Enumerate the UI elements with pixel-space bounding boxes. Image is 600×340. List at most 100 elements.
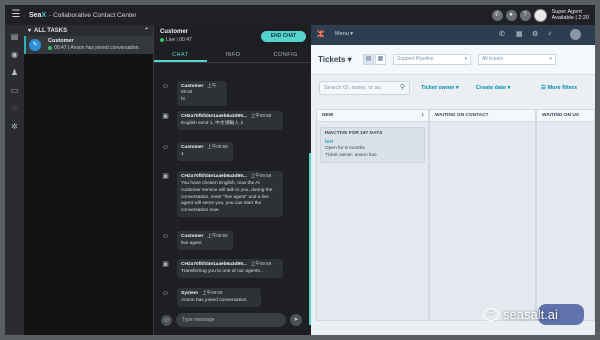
- watermark-text: seasalt.ai: [503, 306, 558, 322]
- list-view-toggle[interactable]: ▦: [375, 54, 386, 65]
- chat-status: Live | 00:47: [160, 37, 192, 43]
- bot-icon: ▣: [162, 173, 169, 180]
- agent-info: Super Agent Available | 2:20: [552, 9, 589, 22]
- message-text: You have chosen English, now the AI cust…: [181, 181, 273, 214]
- ticket-age: INACTIVE FOR 167 DAYS: [325, 131, 383, 136]
- message-bubble: CH2a70fbfd4e1a4eb6a3d99... 上午09:59 Transf…: [177, 259, 283, 278]
- tasks-header[interactable]: ▾ ALL TASKS ⌃: [24, 25, 153, 36]
- message-input[interactable]: Type message: [176, 313, 286, 327]
- contacts-icon[interactable]: ◉: [9, 49, 20, 60]
- message-bubble: CH2a70fbfd4e1a4eb6a3d99... 上午09:58 Englis…: [177, 111, 283, 130]
- live-dot-icon: [160, 37, 164, 42]
- board-view-toggle[interactable]: ▤: [363, 54, 374, 65]
- chat-customer-name: Customer: [160, 29, 189, 35]
- marketplace-icon[interactable]: ▦: [516, 30, 523, 38]
- message-time: 上午09:59: [207, 233, 228, 238]
- seasalt-watermark: •• seasalt.ai: [483, 305, 558, 323]
- message-sender: System: [181, 291, 199, 296]
- help-icon[interactable]: ?: [519, 9, 531, 21]
- hubspot-logo-icon[interactable]: ⵣ: [317, 29, 324, 40]
- tasks-icon[interactable]: ▤: [9, 31, 20, 42]
- message-sender: CH2a70fbfd4e1a4eb6a3d99...: [181, 114, 247, 119]
- crm-toolbar: Tickets ▾ ▤ ▦ Support Pipeline ▾ All tick…: [311, 45, 595, 75]
- settings-icon[interactable]: ✲: [9, 121, 20, 132]
- message-bubble: CH2a70fbfd4e1a4eb6a3d99... 上午09:58 You ha…: [177, 171, 283, 217]
- emoji-icon[interactable]: ☺: [161, 315, 172, 326]
- bot-icon: ▣: [162, 113, 169, 120]
- messages-icon[interactable]: ▭: [9, 85, 20, 96]
- crm-avatar[interactable]: [570, 29, 581, 40]
- gear-icon[interactable]: ⚙: [532, 30, 538, 38]
- nav-rail: ▤ ◉ ♟ ▭ ◌ ✲: [5, 25, 24, 335]
- tab-info[interactable]: INFO: [207, 49, 260, 62]
- message-bubble: Customer 上午09:58 1: [177, 142, 233, 161]
- message-sender: CH2a70fbfd4e1a4eb6a3d99...: [181, 262, 247, 267]
- search-icon: ⚲: [399, 84, 405, 91]
- task-name: Customer: [48, 38, 74, 44]
- crm-topnav: ⵣ Menu ▾ ✆ ▦ ⚙ ♪: [311, 25, 595, 45]
- view-select[interactable]: All tickets ▾: [478, 54, 556, 65]
- message-sender: Customer: [181, 145, 204, 150]
- message-text: English send 1, 中文請輸入 2: [181, 121, 244, 126]
- topbar-right: ✆ ● ? Super Agent Available | 2:20: [491, 8, 589, 22]
- more-filters-button[interactable]: ☰ More filters: [541, 85, 577, 91]
- task-item[interactable]: ✎ Customer 00:47 | Anson has joined conv…: [24, 36, 153, 54]
- agent-avatar[interactable]: [533, 8, 547, 22]
- search-input[interactable]: Search ID, name, or su ⚲: [319, 81, 410, 95]
- chat-bubble-icon[interactable]: ◌: [9, 103, 20, 114]
- send-icon[interactable]: ➤: [290, 314, 302, 326]
- task-timer: 00:47: [54, 45, 67, 51]
- message-sender: Customer: [181, 234, 204, 239]
- message-time: 上午09:59: [250, 261, 272, 266]
- tab-config[interactable]: CONFIG: [259, 49, 312, 62]
- ticket-owner: Ticket owner: anson liao: [325, 153, 377, 158]
- ticket-card[interactable]: INACTIVE FOR 167 DAYS test Open for 6 mo…: [320, 127, 425, 163]
- filter-bar: Search ID, name, or su ⚲ Ticket owner ▾ C…: [311, 75, 595, 101]
- bot-icon: ▣: [162, 261, 169, 268]
- message-text: hi: [181, 97, 185, 102]
- phone-icon[interactable]: ✆: [499, 30, 505, 38]
- chat-status-text: Live | 00:47: [166, 37, 192, 43]
- expand-icon[interactable]: ⌃: [144, 27, 149, 34]
- team-icon[interactable]: ♟: [9, 67, 20, 78]
- task-preview: Anson has joined conversation.: [70, 45, 140, 51]
- user-icon: ☺: [161, 144, 170, 151]
- board-column: WAITING ON US: [536, 109, 595, 321]
- message-composer: ☺ Type message ➤: [154, 310, 312, 332]
- chat-panel: Customer Live | 00:47 END CHAT CHAT INFO…: [153, 25, 312, 335]
- tab-chat[interactable]: CHAT: [154, 49, 207, 62]
- column-header: WAITING ON US: [537, 110, 594, 122]
- message-text: Anson has joined conversation.: [181, 298, 248, 303]
- pipeline-select[interactable]: Support Pipeline ▾: [393, 54, 471, 65]
- page-title[interactable]: Tickets ▾: [318, 55, 352, 64]
- app-title: - Collaborative Contact Center: [49, 11, 137, 19]
- message-time: 上午09:58: [207, 144, 228, 149]
- online-dot-icon: [48, 45, 52, 50]
- create-date-filter[interactable]: Create date ▾: [476, 85, 510, 91]
- user-icon: ☺: [161, 83, 170, 90]
- message-text: 1: [181, 152, 184, 157]
- chat-tabs: CHAT INFO CONFIG: [154, 49, 312, 63]
- app-window: ☰ SeaX - Collaborative Contact Center ✆ …: [0, 0, 600, 340]
- ticket-owner-filter[interactable]: Ticket owner ▾: [421, 85, 459, 91]
- crm-menu[interactable]: Menu ▾: [335, 31, 353, 37]
- top-bar: ☰ SeaX - Collaborative Contact Center ✆ …: [5, 5, 595, 25]
- chat-header: Customer Live | 00:47 END CHAT: [154, 25, 312, 47]
- message-time: 上午09:58: [250, 173, 272, 178]
- mic-icon[interactable]: ●: [505, 9, 517, 21]
- tasks-header-label: ALL TASKS: [34, 27, 68, 34]
- column-header: WAITING ON CONTACT: [430, 110, 535, 122]
- tasks-panel: ▾ ALL TASKS ⌃ ✎ Customer 00:47 | Anson h…: [24, 25, 153, 335]
- chevron-down-icon: ▾: [464, 56, 467, 62]
- seax-logo: SeaX: [29, 11, 47, 19]
- end-chat-button[interactable]: END CHAT: [261, 31, 306, 42]
- phone-icon[interactable]: ✆: [491, 9, 503, 21]
- bell-icon[interactable]: ♪: [548, 30, 552, 37]
- message-time: 上午09:59: [202, 290, 223, 295]
- chevron-down-icon: ▾: [28, 28, 32, 34]
- hamburger-menu-icon[interactable]: ☰: [9, 8, 23, 22]
- agent-status: Available | 2:20: [551, 15, 589, 21]
- message-list: ☺ Customer 上午09:58 hi ▣ CH2a70fbfd4e1a4eb…: [154, 65, 312, 307]
- ticket-name-link[interactable]: test: [325, 139, 333, 145]
- message-text: Transferring you to one of our agents...: [181, 269, 264, 274]
